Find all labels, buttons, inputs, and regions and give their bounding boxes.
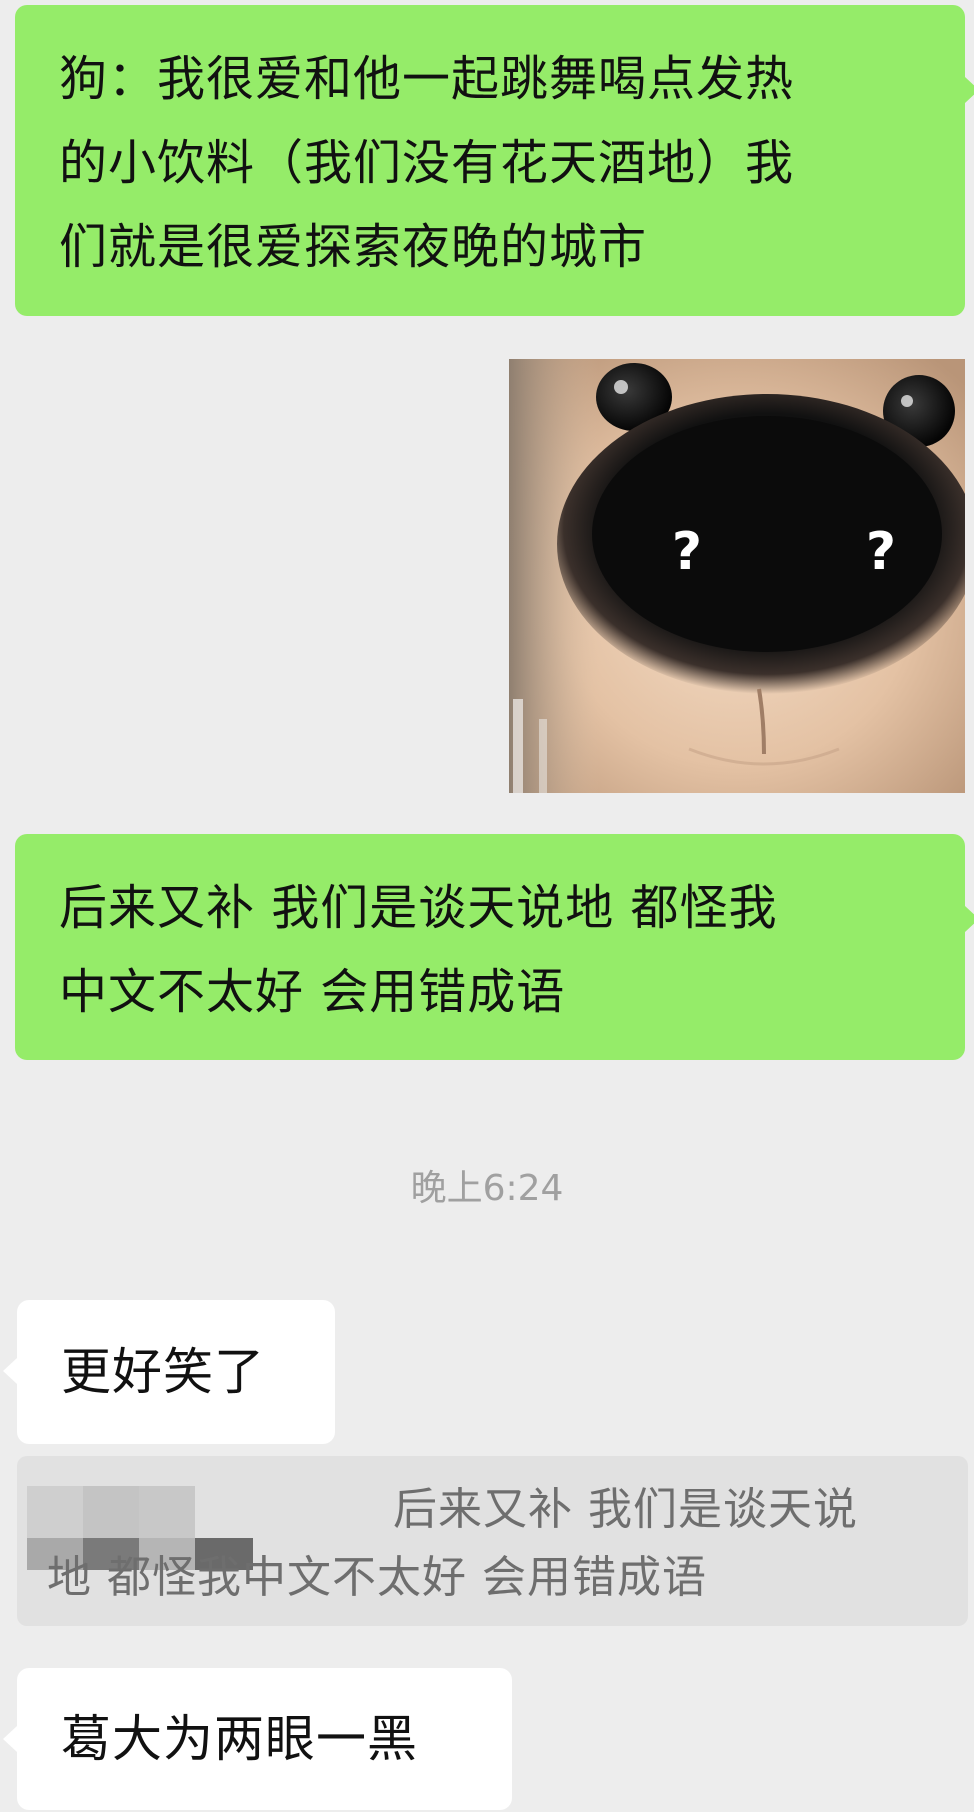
quoted-text-line: 后来又补 我们是谈天说 — [393, 1484, 858, 1535]
message-line: 的小饮料（我们没有花天酒地）我 — [59, 135, 795, 191]
message-line: 中文不太好 会用错成语 — [59, 964, 566, 1020]
quoted-reply[interactable]: 后来又补 我们是谈天说 地 都怪我中文不太好 会用错成语 — [17, 1456, 968, 1626]
dog-nose-sticker[interactable]: ? ? — [509, 359, 965, 793]
question-mark: ? — [866, 522, 896, 582]
outgoing-message-bubble[interactable]: 后来又补 我们是谈天说地 都怪我 中文不太好 会用错成语 — [15, 834, 974, 1060]
message-line: 狗：我很爱和他一起跳舞喝点发热 — [59, 51, 795, 107]
timestamp: 晚上6:24 — [410, 1168, 564, 1209]
outgoing-message-bubble[interactable]: 狗：我很爱和他一起跳舞喝点发热 的小饮料（我们没有花天酒地）我 们就是很爱探索夜… — [15, 5, 974, 316]
message-line: 后来又补 我们是谈天说地 都怪我 — [59, 880, 778, 936]
question-mark: ? — [672, 522, 702, 582]
message-line: 们就是很爱探索夜晚的城市 — [59, 219, 648, 275]
message-text: 更好笑了 — [61, 1343, 265, 1401]
incoming-message-bubble[interactable]: 葛大为两眼一黑 — [3, 1668, 512, 1810]
quoted-text-line: 地 都怪我中文不太好 会用错成语 — [47, 1552, 707, 1603]
incoming-message-bubble[interactable]: 更好笑了 — [3, 1300, 335, 1444]
message-text: 葛大为两眼一黑 — [61, 1710, 418, 1768]
